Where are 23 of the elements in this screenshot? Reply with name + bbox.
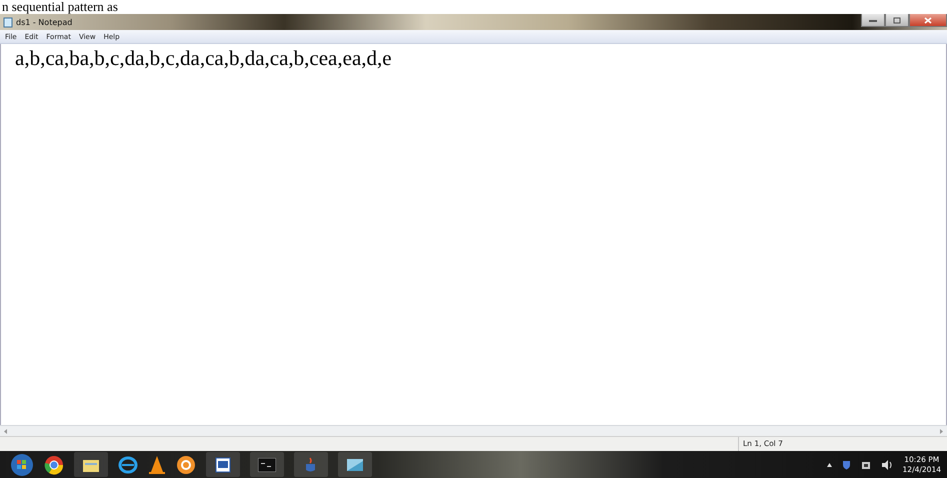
maximize-icon	[893, 16, 901, 24]
network-icon[interactable]	[860, 460, 871, 470]
shield-icon[interactable]	[842, 460, 851, 470]
close-button[interactable]	[909, 14, 947, 27]
window-title: ds1 - Notepad	[16, 18, 72, 26]
document-text: n sequential pattern as	[1, 0, 119, 14]
minimize-button[interactable]	[861, 14, 885, 27]
start-orb-icon[interactable]	[10, 452, 34, 476]
terminal-icon[interactable]	[250, 452, 284, 477]
speaker-icon[interactable]	[880, 460, 893, 470]
media-player-icon[interactable]	[176, 454, 196, 474]
maximize-button[interactable]	[885, 14, 909, 27]
minimize-icon	[869, 17, 877, 23]
folder-icon[interactable]	[74, 452, 108, 477]
document-icon[interactable]	[206, 452, 240, 477]
close-icon	[924, 16, 932, 24]
browser-icon[interactable]	[44, 454, 64, 474]
document-text: a,b,ca,ba,b,c,da,b,c,da,ca,b,da,ca,b,cea,ea,d,e	[15, 46, 392, 70]
traffic-cone-icon[interactable]	[148, 454, 166, 474]
browser-icon[interactable]	[118, 454, 138, 474]
window-icon[interactable]	[338, 452, 372, 477]
show-hidden-icon[interactable]	[826, 462, 832, 466]
notepad-icon	[3, 16, 13, 28]
